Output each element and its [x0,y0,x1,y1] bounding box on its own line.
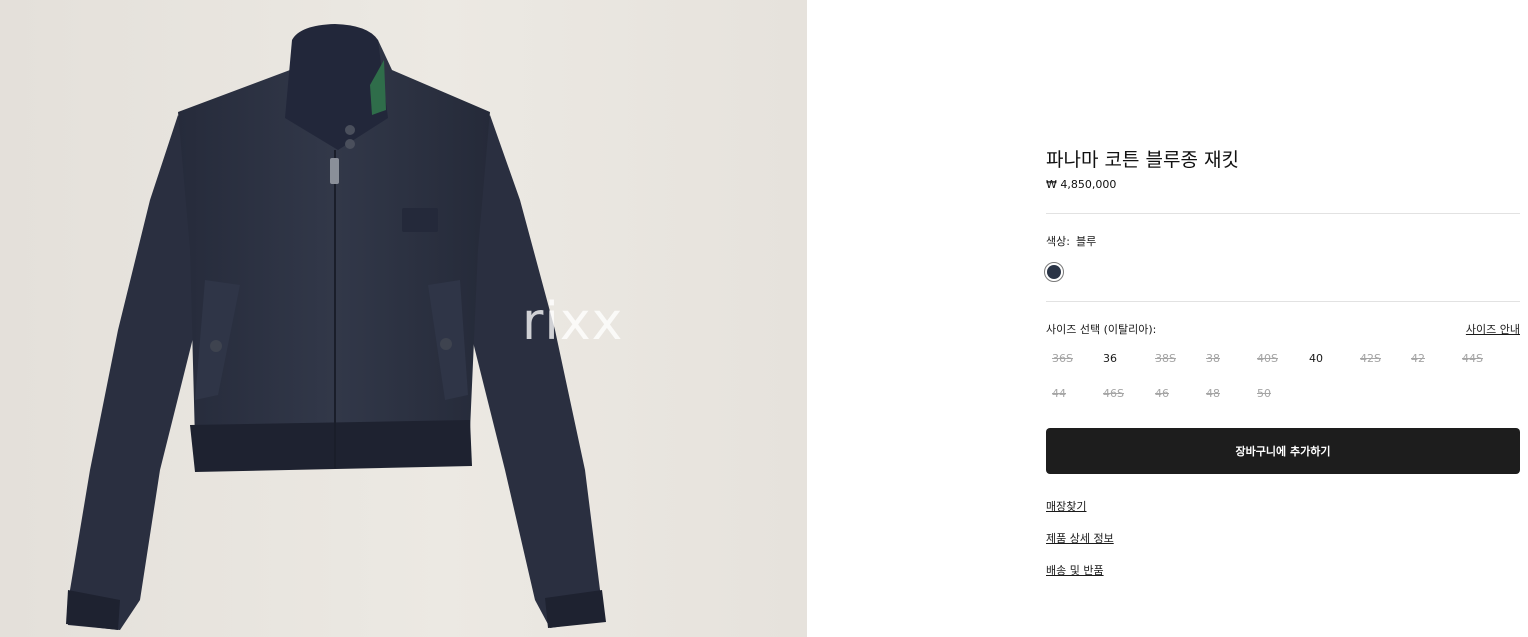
add-to-cart-button[interactable]: 장바구니에 추가하기 [1046,428,1520,474]
size-option[interactable]: 48 [1206,387,1246,400]
size-select-label: 사이즈 선택 (이탈리아): [1046,323,1157,336]
shipping-returns-link[interactable]: 배송 및 반품 [1046,562,1104,578]
size-option[interactable]: 46S [1103,387,1143,400]
add-to-cart-label: 장바구니에 추가하기 [1235,445,1331,458]
product-details-link[interactable]: 제품 상세 정보 [1046,530,1114,546]
size-guide-link[interactable]: 사이즈 안내 [1466,321,1520,337]
size-option[interactable]: 46 [1155,387,1195,400]
divider [1046,301,1520,302]
size-option[interactable]: 44 [1052,387,1092,400]
size-option[interactable]: 42S [1360,352,1400,365]
image-watermark: rixx [522,292,624,352]
size-option[interactable]: 50 [1257,387,1297,400]
divider [1046,213,1520,214]
size-option[interactable]: 42 [1411,352,1451,365]
color-swatch-blue[interactable] [1044,262,1064,282]
size-option[interactable]: 40 [1309,352,1349,365]
size-option[interactable]: 40S [1257,352,1297,365]
size-option[interactable]: 36 [1103,352,1143,365]
size-option[interactable]: 44S [1462,352,1502,365]
size-option[interactable]: 36S [1052,352,1092,365]
product-price: ₩ 4,850,000 [1046,178,1117,191]
color-label: 색상: [1046,235,1070,248]
size-option[interactable]: 38S [1155,352,1195,365]
jacket-illustration [66,24,606,630]
store-locator-link[interactable]: 매장찾기 [1046,498,1086,514]
product-title: 파나마 코튼 블루종 재킷 [1046,149,1239,171]
color-selection: 색상: 블루 [1046,233,1096,249]
product-image: rixx [0,0,807,637]
color-value: 블루 [1075,235,1097,248]
size-option[interactable]: 38 [1206,352,1246,365]
